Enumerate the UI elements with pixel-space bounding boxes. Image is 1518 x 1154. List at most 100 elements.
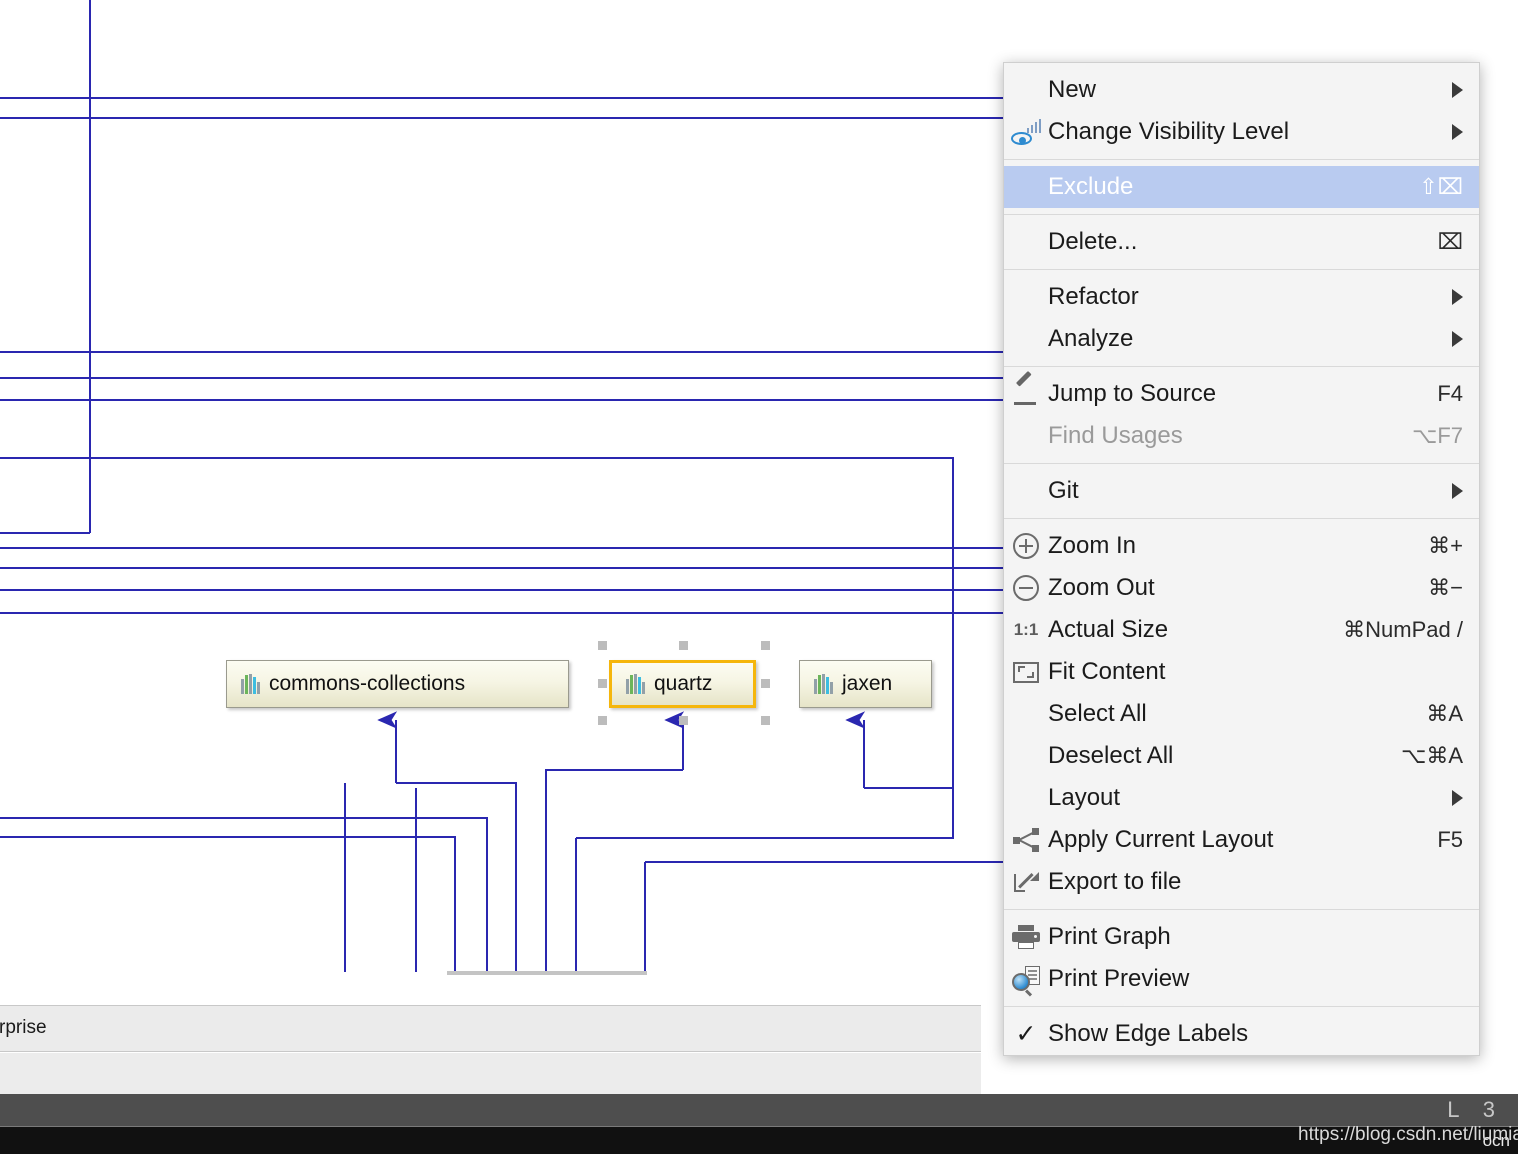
menu-item-accelerator: ⌧ — [1437, 229, 1463, 254]
menu-item-layout[interactable]: Layout — [1004, 777, 1479, 819]
watermark-text: https://blog.csdn.net/liumiaocn — [1298, 1124, 1518, 1145]
menu-item-label: Git — [1048, 477, 1079, 504]
menu-separator — [1004, 159, 1479, 160]
menu-separator — [1004, 909, 1479, 910]
apply-layout-icon — [1013, 828, 1039, 852]
selection-handle[interactable] — [598, 641, 607, 650]
fit-content-icon — [1013, 661, 1039, 683]
menu-item-zoom-out[interactable]: Zoom Out ⌘− — [1004, 567, 1479, 609]
menu-item-label: Show Edge Labels — [1048, 1020, 1249, 1047]
selection-handle[interactable] — [761, 679, 770, 688]
menu-item-actual-size[interactable]: 1:1 Actual Size ⌘NumPad / — [1004, 609, 1479, 651]
menu-item-new[interactable]: New — [1004, 69, 1479, 111]
submenu-arrow-icon — [1452, 790, 1463, 806]
menu-icon-slot — [1004, 828, 1048, 852]
selection-handle[interactable] — [761, 641, 770, 650]
graph-node-label: quartz — [654, 672, 713, 695]
menu-item-find-usages: Find Usages ⌥F7 — [1004, 415, 1479, 457]
dark-toolbar-label: L 3 — [1447, 1097, 1504, 1122]
graph-node-label: commons-collections — [269, 672, 466, 695]
menu-icon-slot — [1004, 575, 1048, 601]
menu-item-label: New — [1048, 76, 1097, 103]
library-bars-icon — [626, 674, 645, 694]
submenu-arrow-icon — [1452, 331, 1463, 347]
graph-node-jaxen[interactable]: jaxen — [799, 660, 932, 708]
submenu-arrow-icon — [1452, 124, 1463, 140]
menu-item-label: Jump to Source — [1048, 380, 1217, 407]
menu-item-refactor[interactable]: Refactor — [1004, 276, 1479, 318]
menu-item-select-all[interactable]: Select All ⌘A — [1004, 693, 1479, 735]
menu-icon-slot — [1004, 370, 1048, 407]
menu-item-label: Layout — [1048, 784, 1121, 811]
menu-item-print-preview[interactable]: Print Preview — [1004, 958, 1479, 1000]
menu-item-accelerator: ⌘NumPad / — [1343, 617, 1463, 642]
status-text: rprise — [0, 1017, 47, 1038]
graph-node-quartz[interactable]: quartz — [609, 660, 756, 708]
menu-separator — [1004, 269, 1479, 270]
selection-handle[interactable] — [598, 679, 607, 688]
library-bars-icon — [814, 674, 833, 694]
dark-toolbar — [0, 1094, 1518, 1127]
menu-item-label: Apply Current Layout — [1048, 826, 1274, 853]
menu-item-label: Deselect All — [1048, 742, 1174, 769]
menu-item-accelerator: ⌘+ — [1428, 533, 1463, 558]
selection-handle[interactable] — [761, 716, 770, 725]
menu-separator — [1004, 366, 1479, 367]
menu-item-jump-to-source[interactable]: Jump to Source F4 — [1004, 370, 1479, 415]
bottom-panel-lower — [0, 1053, 981, 1094]
menu-item-fit-content[interactable]: Fit Content — [1004, 651, 1479, 693]
app-window: commons-collections quartz jaxen rprise … — [0, 0, 1518, 1154]
menu-item-export-to-file[interactable]: Export to file — [1004, 861, 1479, 903]
menu-item-apply-current-layout[interactable]: Apply Current Layout F5 — [1004, 819, 1479, 861]
menu-item-delete[interactable]: Delete... ⌧ — [1004, 221, 1479, 263]
menu-icon-slot — [1004, 870, 1048, 894]
menu-icon-slot — [1004, 925, 1048, 949]
menu-item-zoom-in[interactable]: Zoom In ⌘+ — [1004, 525, 1479, 567]
selection-handle[interactable] — [679, 716, 688, 725]
menu-separator — [1004, 214, 1479, 215]
menu-item-exclude[interactable]: Exclude ⇧⌧ — [1004, 166, 1479, 208]
export-icon — [1013, 870, 1039, 894]
menu-item-print-graph[interactable]: Print Graph — [1004, 916, 1479, 958]
graph-node-label: jaxen — [842, 672, 893, 695]
print-preview-icon — [1012, 966, 1040, 997]
menu-item-accelerator: ⌥⌘A — [1400, 743, 1463, 768]
selection-handle[interactable] — [598, 716, 607, 725]
menu-item-label: Refactor — [1048, 283, 1139, 310]
bottom-panel-upper: rprise — [0, 1005, 981, 1052]
menu-item-accelerator: ⌘A — [1426, 701, 1463, 726]
menu-item-label: Zoom Out — [1048, 574, 1155, 601]
menu-item-show-edge-labels[interactable]: ✓ Show Edge Labels — [1004, 1013, 1479, 1055]
selection-handle[interactable] — [679, 641, 688, 650]
menu-item-analyze[interactable]: Analyze — [1004, 318, 1479, 360]
check-icon: ✓ — [1015, 1019, 1037, 1048]
menu-item-label: Actual Size — [1048, 616, 1169, 643]
menu-icon-slot — [1004, 661, 1048, 683]
menu-item-accelerator: F5 — [1437, 827, 1463, 852]
submenu-arrow-icon — [1452, 483, 1463, 499]
menu-item-label: Print Preview — [1048, 965, 1190, 992]
graph-context-menu[interactable]: New Change Visibility Level Exclude ⇧⌧ D — [1003, 62, 1480, 1056]
menu-item-label: Select All — [1048, 700, 1147, 727]
graph-bus-bar — [447, 971, 647, 975]
menu-item-label: Delete... — [1048, 228, 1138, 255]
menu-item-git[interactable]: Git — [1004, 470, 1479, 512]
graph-node-commons-collections[interactable]: commons-collections — [226, 660, 569, 708]
menu-item-label: Analyze — [1048, 325, 1134, 352]
eye-bars-icon — [1011, 119, 1041, 145]
menu-item-label: Find Usages — [1048, 422, 1183, 449]
menu-item-accelerator: ⇧⌧ — [1419, 174, 1463, 199]
menu-separator — [1004, 463, 1479, 464]
pencil-icon — [1013, 370, 1039, 407]
one-to-one-icon: 1:1 — [1013, 620, 1039, 639]
menu-item-accelerator: F4 — [1437, 381, 1463, 406]
menu-icon-slot — [1004, 533, 1048, 559]
menu-item-accelerator: ⌥F7 — [1411, 423, 1463, 448]
menu-item-change-visibility-level[interactable]: Change Visibility Level — [1004, 111, 1479, 153]
menu-separator — [1004, 518, 1479, 519]
menu-item-label: Exclude — [1048, 173, 1134, 200]
menu-item-label: Zoom In — [1048, 532, 1137, 559]
menu-icon-slot: ✓ — [1004, 1019, 1048, 1048]
menu-item-deselect-all[interactable]: Deselect All ⌥⌘A — [1004, 735, 1479, 777]
menu-item-label: Export to file — [1048, 868, 1182, 895]
